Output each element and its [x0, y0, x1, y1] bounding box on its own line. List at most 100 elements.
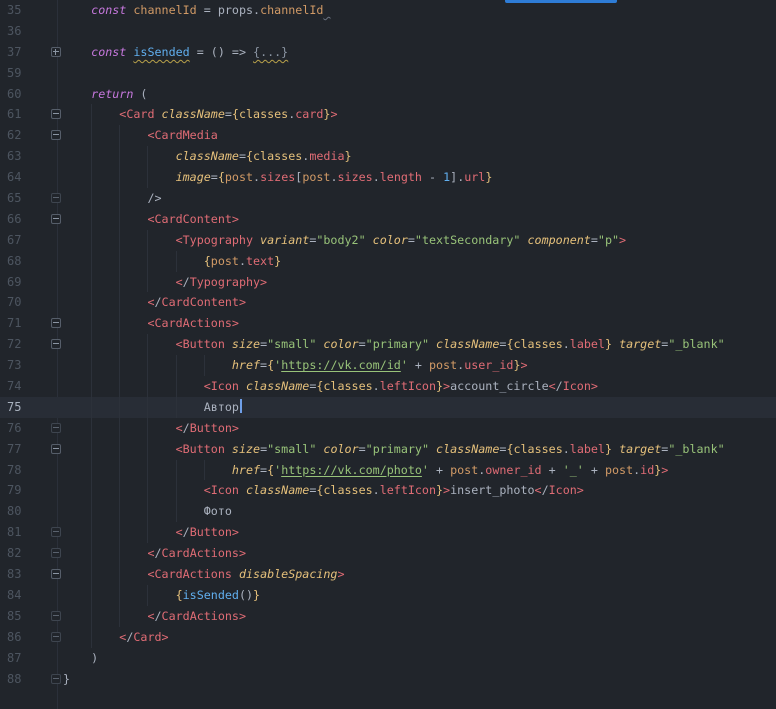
code-line[interactable]: 37 const isSended = () => {...} — [0, 42, 776, 63]
code-line[interactable]: 81 </Button> — [0, 522, 776, 544]
indent-guide — [91, 522, 93, 544]
code-line[interactable]: 83 <CardActions disableSpacing> — [0, 564, 776, 585]
indent-guide — [91, 167, 93, 189]
line-number[interactable]: 84 — [0, 585, 63, 606]
line-number[interactable]: 74 — [0, 376, 63, 397]
line-number[interactable]: 68 — [0, 251, 63, 272]
code-token: "_blank" — [668, 441, 725, 456]
fold-toggle-icon[interactable] — [51, 318, 61, 329]
code-line[interactable]: 63 className={classes.media} — [0, 146, 776, 168]
line-number[interactable]: 79 — [0, 480, 63, 501]
code-token: CardActions> — [161, 608, 246, 623]
indent-guide — [119, 417, 121, 439]
code-line[interactable]: 70 </CardContent> — [0, 292, 776, 314]
line-number[interactable]: 59 — [0, 63, 63, 84]
line-number[interactable]: 80 — [0, 501, 63, 522]
fold-toggle-icon[interactable] — [51, 130, 61, 141]
code-token: {classes — [231, 107, 289, 122]
code-line[interactable]: 88} — [0, 669, 776, 690]
code-line[interactable]: 60 return ( — [0, 84, 776, 105]
code-line[interactable]: 84 {isSended()} — [0, 584, 776, 606]
code-line[interactable]: 61 <Card className={classes.card}> — [0, 104, 776, 126]
code-token: . — [372, 483, 380, 498]
code-line[interactable]: 71 <CardActions> — [0, 313, 776, 335]
line-number[interactable]: 78 — [0, 460, 63, 481]
code-line[interactable]: 78 href={'https://vk.com/photo' + post.o… — [0, 459, 776, 481]
code-line[interactable]: 82 </CardActions> — [0, 543, 776, 565]
code-token: return — [91, 86, 134, 101]
indent-guide — [147, 271, 149, 293]
fold-toggle-icon[interactable] — [51, 339, 61, 350]
code-line[interactable]: 72 <Button size="small" color="primary" … — [0, 334, 776, 356]
code-line[interactable]: 85 </CardActions> — [0, 605, 776, 627]
code-token: CardContent> — [161, 295, 246, 310]
fold-toggle-icon[interactable] — [51, 631, 61, 642]
code-line[interactable]: 35 const channelId = props.channelId — [0, 0, 776, 21]
indent-guide — [91, 125, 93, 147]
fold-toggle-icon[interactable] — [51, 193, 61, 204]
fold-toggle-icon[interactable] — [51, 569, 61, 580]
fold-toggle-icon[interactable] — [51, 109, 61, 120]
fold-toggle-icon[interactable] — [51, 610, 61, 621]
code-line[interactable]: 75 Автор — [0, 396, 776, 418]
code-token: . — [562, 441, 570, 456]
code-line[interactable]: 74 <Icon className={classes.leftIcon}>ac… — [0, 376, 776, 397]
code-line[interactable]: 36 — [0, 21, 776, 42]
code-token: "_blank" — [668, 337, 725, 352]
line-number[interactable]: 75 — [0, 397, 63, 418]
code-token: . — [238, 253, 246, 268]
line-number[interactable]: 67 — [0, 230, 63, 251]
fold-toggle-icon[interactable] — [51, 46, 61, 57]
code-line[interactable]: 73 href={'https://vk.com/id' + post.user… — [0, 355, 776, 377]
code-token: = — [407, 232, 415, 247]
code-line[interactable]: 87 ) — [0, 648, 776, 669]
line-number[interactable]: 64 — [0, 167, 63, 188]
code-line[interactable]: 64 image={post.sizes[post.sizes.length -… — [0, 167, 776, 189]
code-text: return ( — [63, 84, 776, 105]
code-token: Icon> — [562, 379, 598, 394]
indent-guide — [91, 459, 93, 481]
code-text: <Button size="small" color="primary" cla… — [63, 438, 776, 460]
code-token: {classes — [245, 149, 303, 164]
line-number[interactable]: 63 — [0, 146, 63, 167]
line-number[interactable]: 35 — [0, 0, 63, 21]
code-text: className={classes.media} — [63, 146, 776, 168]
code-text: {isSended()} — [63, 584, 776, 606]
code-line[interactable]: 86 </Card> — [0, 626, 776, 648]
code-line[interactable]: 66 <CardContent> — [0, 208, 776, 230]
code-token: href — [231, 462, 261, 477]
line-number[interactable]: 36 — [0, 21, 63, 42]
fold-toggle-icon[interactable] — [51, 673, 61, 684]
fold-toggle-icon[interactable] — [51, 548, 61, 559]
code-line[interactable]: 76 </Button> — [0, 417, 776, 439]
code-line[interactable]: 80 Фото — [0, 501, 776, 523]
code-token: = — [224, 107, 232, 122]
code-token: + — [407, 358, 429, 373]
code-token: const — [91, 3, 127, 17]
fold-toggle-icon[interactable] — [51, 213, 61, 224]
code-token: media — [309, 149, 345, 164]
line-number[interactable]: 69 — [0, 272, 63, 293]
code-line[interactable]: 68 {post.text} — [0, 250, 776, 272]
code-text: image={post.sizes[post.sizes.length - 1]… — [63, 167, 776, 189]
line-number[interactable]: 73 — [0, 355, 63, 376]
fold-toggle-icon[interactable] — [51, 422, 61, 433]
code-token: } — [63, 671, 71, 686]
code-line[interactable]: 67 <Typography variant="body2" color="te… — [0, 229, 776, 251]
code-token: Icon> — [548, 483, 584, 498]
code-token: size — [231, 441, 261, 456]
line-number[interactable]: 87 — [0, 648, 63, 669]
fold-toggle-icon[interactable] — [51, 527, 61, 538]
code-line[interactable]: 77 <Button size="small" color="primary" … — [0, 438, 776, 460]
code-line[interactable]: 59 — [0, 63, 776, 84]
code-line[interactable]: 69 </Typography> — [0, 271, 776, 293]
code-text: const channelId = props.channelId — [63, 0, 776, 21]
indent-guide — [119, 396, 121, 418]
fold-toggle-icon[interactable] — [51, 443, 61, 454]
code-text: </Button> — [63, 522, 776, 544]
code-line[interactable]: 65 /> — [0, 188, 776, 209]
line-number[interactable]: 60 — [0, 84, 63, 105]
line-number[interactable]: 70 — [0, 292, 63, 313]
code-line[interactable]: 79 <Icon className={classes.leftIcon}>in… — [0, 480, 776, 502]
code-line[interactable]: 62 <CardMedia — [0, 125, 776, 147]
